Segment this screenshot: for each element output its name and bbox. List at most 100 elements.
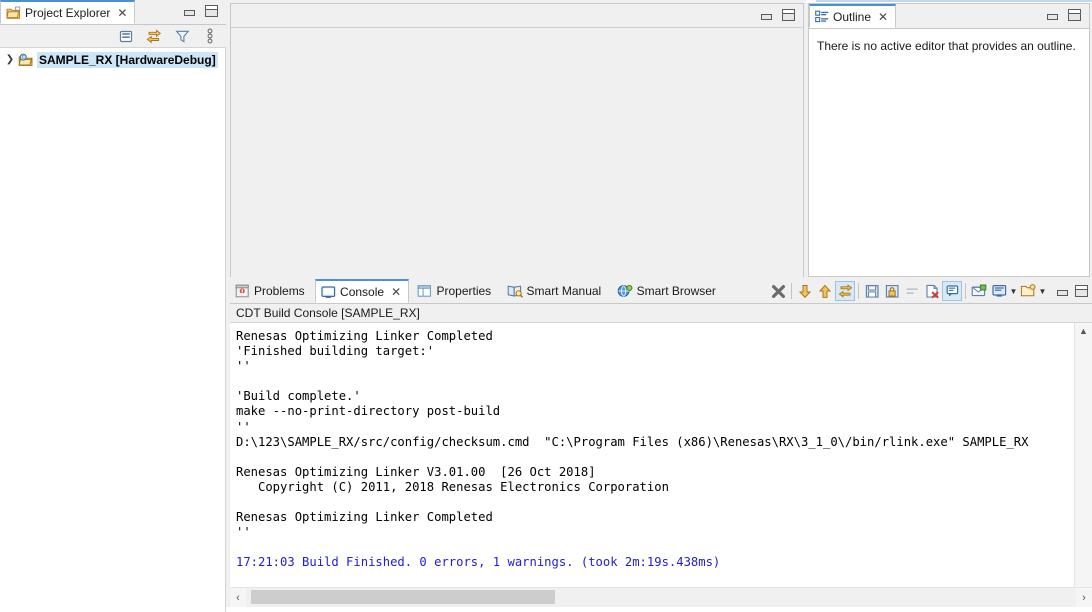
editor-area <box>230 3 804 277</box>
project-explorer-tab-label: Project Explorer <box>25 5 111 20</box>
scroll-left-arrow-icon[interactable]: ‹ <box>230 588 246 607</box>
tab-console[interactable]: Console ✕ <box>315 279 410 303</box>
console-line: 17:21:03 Build Finished. 0 errors, 1 war… <box>236 555 721 570</box>
hscroll-track[interactable] <box>246 588 1076 607</box>
project-tree[interactable]: ❯ C SAMPLE_RX [HardwareDebug] <box>0 48 226 612</box>
minimize-icon[interactable] <box>183 6 196 17</box>
console-line: make --no-print-directory post-build <box>236 404 501 419</box>
hscroll-thumb[interactable] <box>251 590 555 604</box>
close-icon[interactable]: ✕ <box>117 7 127 19</box>
maximize-icon[interactable] <box>205 5 218 17</box>
console-line: Renesas Optimizing Linker V3.01.00 [26 O… <box>236 464 596 479</box>
console-line: '' <box>236 359 251 374</box>
console-tabstrip: Problems Console ✕ Properties Smart Manu… <box>230 279 1092 304</box>
scroll-down-icon[interactable] <box>795 281 815 301</box>
project-explorer-icon <box>6 6 21 20</box>
link-consoles-icon[interactable] <box>835 281 855 301</box>
tab-project-explorer[interactable]: Project Explorer ✕ <box>0 0 136 24</box>
console-line: Copyright (C) 2011, 2018 Renesas Electro… <box>236 479 669 494</box>
outline-empty-message: There is no active editor that provides … <box>817 39 1076 53</box>
pin-console-icon[interactable] <box>969 281 989 301</box>
outline-view: Outline ✕ There is no active editor that… <box>808 3 1090 277</box>
open-console-icon[interactable] <box>1018 281 1038 301</box>
minimize-icon[interactable] <box>1056 286 1069 297</box>
editor-tabstrip <box>231 4 803 28</box>
minimize-icon[interactable] <box>760 10 773 21</box>
problems-icon <box>235 284 250 298</box>
tab-problems[interactable]: Problems <box>230 279 312 302</box>
console-line: Renesas Optimizing Linker Completed <box>236 510 493 525</box>
console-horizontal-scrollbar[interactable]: ‹ › <box>230 587 1092 607</box>
open-console-dropdown-icon[interactable]: ▼ <box>1038 287 1047 296</box>
console-line: Renesas Optimizing Linker Completed <box>236 329 493 343</box>
project-explorer-view-buttons <box>183 5 218 17</box>
console-tab-label: Properties <box>436 283 492 298</box>
tree-item-label: SAMPLE_RX [HardwareDebug] <box>37 52 218 68</box>
c-project-icon: C <box>18 53 34 68</box>
console-tab-label: Smart Manual <box>526 283 602 298</box>
console-icon <box>321 285 336 299</box>
project-explorer-view: Project Explorer ✕ ❯ C SAMPLE_RX [Hardwa… <box>0 0 226 612</box>
editor-view-buttons <box>760 9 795 21</box>
word-wrap-icon[interactable] <box>902 281 922 301</box>
tab-properties[interactable]: Properties <box>412 279 499 302</box>
console-tab-label: Smart Browser <box>636 283 716 298</box>
scroll-up-arrow-icon[interactable]: ▲ <box>1075 323 1092 338</box>
minimize-icon[interactable] <box>1046 10 1059 21</box>
close-icon[interactable]: ✕ <box>391 286 401 298</box>
display-console-icon[interactable] <box>989 281 1009 301</box>
outline-view-buttons <box>1046 9 1081 21</box>
toolbar-separator <box>791 283 792 299</box>
outline-tab-label: Outline <box>833 9 872 24</box>
tree-item-sample-rx[interactable]: ❯ C SAMPLE_RX [HardwareDebug] <box>0 51 225 69</box>
console-line: D:\123\SAMPLE_RX/src/config/checksum.cmd… <box>236 434 1029 449</box>
console-title-bar: CDT Build Console [SAMPLE_RX] <box>230 304 1092 323</box>
console-tab-label: Console <box>340 284 385 299</box>
terminate-icon[interactable] <box>768 281 788 301</box>
maximize-icon[interactable] <box>782 9 795 21</box>
display-console-dropdown-icon[interactable]: ▼ <box>1009 287 1018 296</box>
svg-text:C: C <box>22 54 25 60</box>
clear-console-icon[interactable] <box>922 281 942 301</box>
scroll-lock-icon[interactable] <box>942 281 962 301</box>
link-with-editor-icon[interactable] <box>144 26 164 46</box>
editor-empty-body <box>231 28 803 277</box>
console-line: 'Finished building target:' <box>236 344 435 359</box>
console-vertical-scrollbar[interactable]: ▲ <box>1074 323 1092 590</box>
collapse-all-icon[interactable] <box>116 26 136 46</box>
maximize-icon[interactable] <box>1068 9 1081 21</box>
console-line: '' <box>236 419 251 434</box>
outline-icon <box>815 10 829 24</box>
console-tab-label: Problems <box>254 283 305 298</box>
console-output-area[interactable]: Renesas Optimizing Linker Completed 'Fini… <box>230 323 1092 590</box>
toolbar-separator <box>965 283 966 299</box>
close-icon[interactable]: ✕ <box>878 11 888 23</box>
console-toolbar: ▼ ▼ <box>768 279 1092 303</box>
outline-tabstrip: Outline ✕ <box>809 4 1089 29</box>
project-explorer-toolbar <box>0 25 226 48</box>
properties-icon <box>417 284 432 298</box>
tab-smart-browser[interactable]: Smart Browser <box>611 279 723 302</box>
console-view: Problems Console ✕ Properties Smart Manu… <box>230 279 1092 607</box>
tab-smart-manual[interactable]: Smart Manual <box>501 279 609 302</box>
window-accent-line <box>816 0 1092 2</box>
view-menu-icon[interactable] <box>200 26 220 46</box>
filter-icon[interactable] <box>172 26 192 46</box>
smart-browser-icon <box>617 284 633 298</box>
tab-outline[interactable]: Outline ✕ <box>809 4 897 28</box>
expand-arrow-icon[interactable]: ❯ <box>5 55 15 65</box>
scroll-right-arrow-icon[interactable]: › <box>1076 588 1092 607</box>
eclipse-workbench: Project Explorer ✕ ❯ C SAMPLE_RX [Hardwa… <box>0 0 1092 612</box>
maximize-icon[interactable] <box>1075 285 1088 297</box>
console-output-text: Renesas Optimizing Linker Completed 'Fini… <box>236 329 1074 571</box>
console-line: 'Build complete.' <box>236 389 361 404</box>
lock-console-icon[interactable] <box>882 281 902 301</box>
console-line: '' <box>236 525 251 540</box>
scroll-up-icon[interactable] <box>815 281 835 301</box>
smart-manual-icon <box>507 284 523 298</box>
save-console-icon[interactable] <box>862 281 882 301</box>
